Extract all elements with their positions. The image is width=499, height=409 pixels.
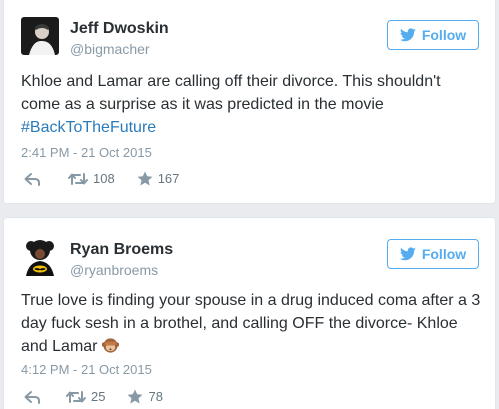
timestamp[interactable]: 2:41 PM - 21 Oct 2015 xyxy=(21,145,152,160)
tweet-text: Khloe and Lamar are calling off their di… xyxy=(21,70,481,139)
like-count: 167 xyxy=(157,171,180,186)
user-handle[interactable]: @ryanbroems xyxy=(70,262,158,278)
twitter-bird-icon xyxy=(399,28,416,42)
tweet-text: True love is finding your spouse in a dr… xyxy=(21,289,481,358)
reply-button[interactable] xyxy=(24,390,41,404)
avatar[interactable] xyxy=(21,17,59,55)
see-no-evil-monkey-icon xyxy=(101,338,119,353)
avatar[interactable] xyxy=(21,238,59,276)
star-icon xyxy=(127,389,143,404)
display-name[interactable]: Ryan Broems xyxy=(70,241,173,259)
twitter-bird-icon xyxy=(399,247,416,261)
retweet-icon xyxy=(68,172,88,185)
timestamp[interactable]: 4:12 PM - 21 Oct 2015 xyxy=(21,362,152,377)
tweet-body: True love is finding your spouse in a dr… xyxy=(21,292,481,355)
retweet-button[interactable]: 25 xyxy=(66,389,105,404)
reply-icon xyxy=(24,390,40,404)
follow-button[interactable]: Follow xyxy=(387,239,479,269)
tweet-actions: 25 78 xyxy=(24,389,163,404)
retweet-count: 108 xyxy=(93,171,115,186)
follow-label: Follow xyxy=(421,27,467,43)
hashtag-link[interactable]: #BackToTheFuture xyxy=(21,119,156,136)
tweet-body: Khloe and Lamar are calling off their di… xyxy=(21,73,441,113)
follow-button[interactable]: Follow xyxy=(387,20,479,50)
like-button[interactable]: 78 xyxy=(127,389,163,404)
retweet-count: 25 xyxy=(91,389,106,404)
like-count: 78 xyxy=(148,389,163,404)
reply-icon xyxy=(24,172,40,186)
reply-button[interactable] xyxy=(24,172,41,186)
tweet-actions: 108 167 xyxy=(24,171,179,186)
tweet-card: Jeff Dwoskin @bigmacher Follow Khloe and… xyxy=(3,0,496,204)
tweet-card: Ryan Broems @ryanbroems Follow True love… xyxy=(3,217,496,409)
like-button[interactable]: 167 xyxy=(137,171,180,186)
retweet-button[interactable]: 108 xyxy=(68,171,115,186)
retweet-icon xyxy=(66,390,86,403)
star-icon xyxy=(137,171,153,186)
follow-label: Follow xyxy=(421,246,467,262)
user-handle[interactable]: @bigmacher xyxy=(70,41,150,57)
display-name[interactable]: Jeff Dwoskin xyxy=(70,20,169,38)
